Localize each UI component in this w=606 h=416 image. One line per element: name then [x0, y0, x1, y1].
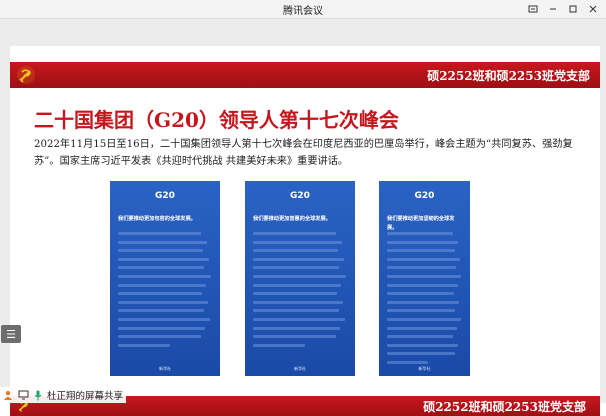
- card-text-line: [118, 240, 208, 244]
- card-text-line: [118, 266, 205, 270]
- card-text-line: [387, 274, 462, 278]
- card-text-line: [253, 326, 341, 330]
- poster-card: G20 我们要推动更加包容的全球发展。新华社: [110, 181, 220, 376]
- card-text-line: [253, 274, 347, 278]
- card-brand: 新华社: [418, 366, 431, 371]
- party-emblem-icon: [17, 66, 35, 84]
- screen-share-icon[interactable]: [17, 389, 29, 401]
- card-text-line: [118, 300, 209, 304]
- card-text-line: [387, 292, 454, 296]
- user-icon[interactable]: [2, 389, 14, 401]
- presentation-slide: 硕2252班和硕2253班党支部 二十国集团（G20）领导人第十七次峰会 202…: [10, 46, 600, 416]
- poster-card: G20 我们要推动更加坚韧的全球发展。新华社: [379, 181, 470, 376]
- maximize-icon[interactable]: [564, 1, 582, 17]
- card-lead-text: 我们要推动更加包容的全球发展。: [118, 216, 196, 222]
- card-text-line: [253, 335, 336, 339]
- card-text-line: [387, 335, 453, 339]
- screen-share-area: 硕2252班和硕2253班党支部 二十国集团（G20）领导人第十七次峰会 202…: [0, 19, 606, 416]
- slide-title: 二十国集团（G20）领导人第十七次峰会: [34, 108, 399, 132]
- slide-body-text: 2022年11月15日至16日，二十国集团领导人第十七次峰会在印度尼西亚的巴厘岛…: [34, 139, 573, 167]
- card-text-line: [253, 292, 337, 296]
- card-text-line: [387, 257, 460, 261]
- g20-logo: G20: [155, 191, 175, 201]
- card-text-line: [118, 309, 204, 313]
- card-text-line: [118, 292, 202, 296]
- screen-share-status: 杜正翔的屏幕共享: [0, 387, 127, 403]
- card-lead-text: 我们要推动更加坚韧的全球发展。: [387, 216, 455, 231]
- card-body-lines: [118, 232, 212, 347]
- branch-label: 硕2252班和硕2253班党支部: [427, 69, 590, 83]
- card-text-line: [118, 343, 170, 347]
- card-text-line: [387, 317, 461, 321]
- card-text-line: [253, 266, 340, 270]
- card-text-line: [253, 240, 343, 244]
- card-text-line: [118, 249, 203, 253]
- card-text-line: [387, 240, 459, 244]
- card-lead-text: 我们要推动更加普惠的全球发展。: [253, 216, 331, 222]
- minimize-icon[interactable]: [544, 1, 562, 17]
- window-titlebar: 腾讯会议: [0, 0, 606, 19]
- card-text-line: [387, 283, 458, 287]
- card-text-line: [253, 257, 345, 261]
- card-text-line: [387, 249, 455, 253]
- card-text-line: [253, 249, 338, 253]
- card-text-line: [118, 257, 210, 261]
- card-text-line: [118, 335, 201, 339]
- card-text-line: [118, 283, 207, 287]
- microphone-icon[interactable]: [32, 389, 44, 401]
- g20-logo: G20: [290, 191, 310, 201]
- g20-logo: G20: [414, 191, 435, 201]
- card-text-line: [253, 343, 305, 347]
- card-text-line: [253, 317, 346, 321]
- presenter-label: 杜正翔的屏幕共享: [47, 391, 124, 402]
- card-text-line: [387, 266, 456, 270]
- window-controls: [524, 1, 602, 17]
- card-text-line: [118, 317, 211, 321]
- share-icon[interactable]: [524, 1, 542, 17]
- card-brand: 新华社: [159, 366, 171, 371]
- card-text-line: [118, 326, 206, 330]
- footer-branch-label: 硕2252班和硕2253班党支部: [423, 400, 586, 414]
- card-text-line: [118, 232, 201, 235]
- card-text-line: [253, 232, 336, 235]
- card-text-line: [387, 343, 459, 347]
- card-text-line: [387, 352, 455, 356]
- card-text-line: [387, 326, 457, 330]
- card-text-line: [253, 300, 344, 304]
- card-text-line: [118, 274, 212, 278]
- card-body-lines: [387, 232, 462, 364]
- card-text-line: [253, 283, 342, 287]
- card-text-line: [253, 309, 339, 313]
- card-text-line: [387, 300, 459, 304]
- slide-header-band: 硕2252班和硕2253班党支部: [10, 62, 600, 88]
- poster-cards: G20 我们要推动更加包容的全球发展。新华社 G20 我们要推动更加普惠的全球发展。新…: [110, 181, 510, 376]
- card-text-line: [387, 232, 453, 235]
- card-brand: 新华社: [294, 366, 306, 371]
- card-text-line: [387, 360, 429, 364]
- card-text-line: [387, 309, 456, 313]
- window-title: 腾讯会议: [283, 6, 323, 17]
- card-body-lines: [253, 232, 347, 347]
- side-menu-icon[interactable]: ☰: [1, 325, 21, 343]
- close-icon[interactable]: [584, 1, 602, 17]
- poster-card: G20 我们要推动更加普惠的全球发展。新华社: [245, 181, 355, 376]
